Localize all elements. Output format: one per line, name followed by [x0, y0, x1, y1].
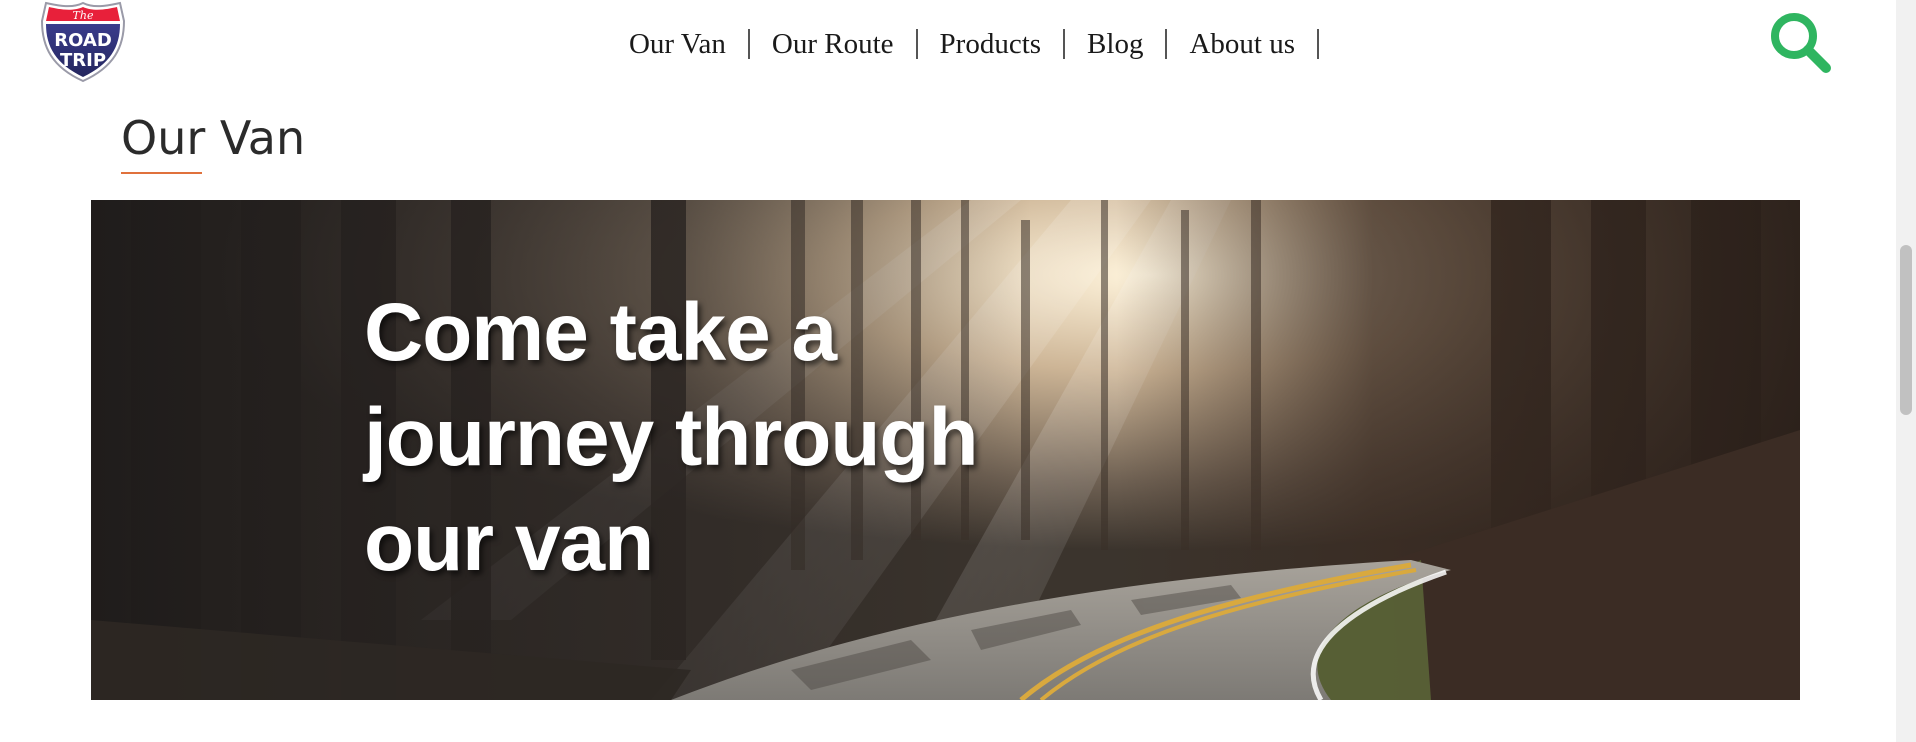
hero-line-3: our van [364, 497, 654, 588]
hero-headline: Come take a journey through our van [364, 280, 1124, 595]
page-scrollbar[interactable] [1896, 0, 1916, 742]
nav-divider [1317, 29, 1319, 59]
logo-small-text: The [73, 9, 94, 22]
nav-link-our-van[interactable]: Our Van [607, 26, 748, 62]
search-button[interactable] [1766, 8, 1836, 78]
title-underline [121, 172, 202, 174]
search-icon [1771, 13, 1831, 73]
nav-link-our-route[interactable]: Our Route [750, 26, 916, 62]
hero-line-2: journey through [364, 392, 979, 483]
nav-link-about-us[interactable]: About us [1167, 26, 1317, 62]
nav-item-about-us: About us [1167, 26, 1319, 62]
nav-item-our-route: Our Route [750, 26, 918, 62]
nav-item-blog: Blog [1065, 26, 1168, 62]
hero-line-1: Come take a [364, 287, 837, 378]
scrollbar-thumb[interactable] [1900, 245, 1912, 415]
hero-banner: Come take a journey through our van [91, 200, 1800, 700]
nav-link-products[interactable]: Products [918, 26, 1064, 62]
nav-link-blog[interactable]: Blog [1065, 26, 1165, 62]
main-nav: Our Van Our Route Products Blog About us [0, 26, 1916, 62]
section-title: Our Van [121, 111, 306, 165]
nav-item-products: Products [918, 26, 1066, 62]
nav-item-our-van: Our Van [607, 26, 750, 62]
